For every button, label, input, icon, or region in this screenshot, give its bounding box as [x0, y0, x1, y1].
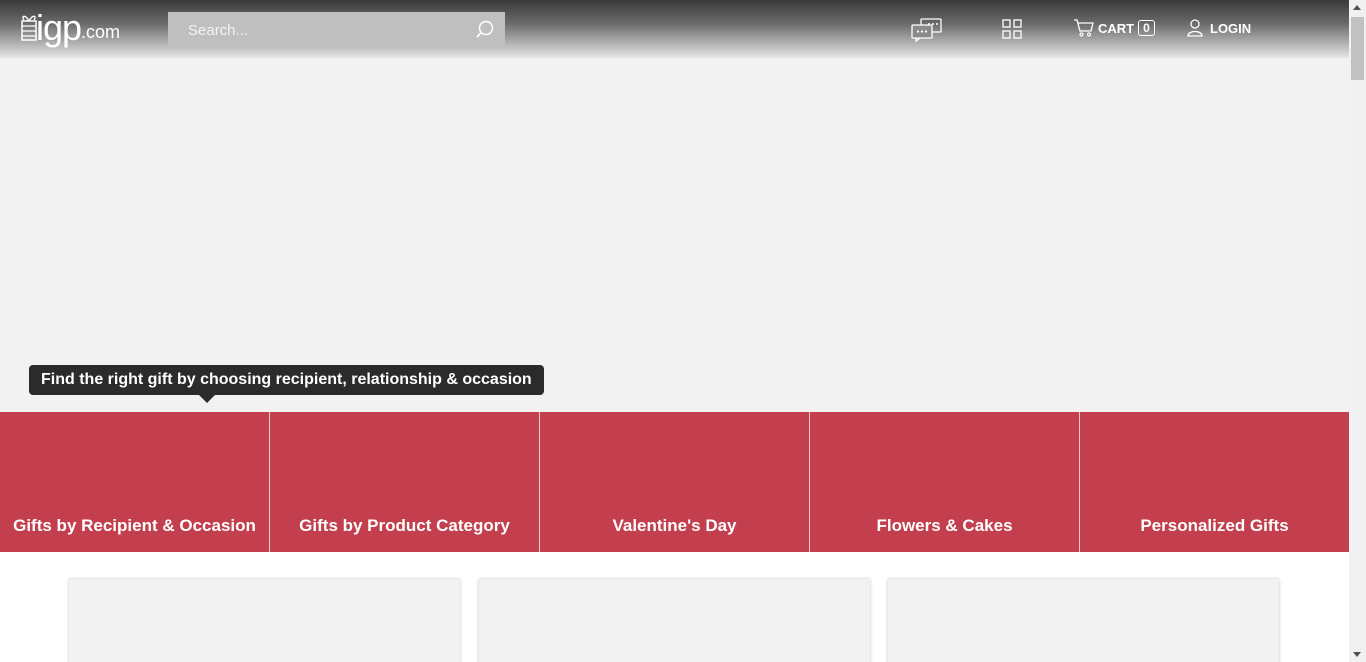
search-bar [168, 12, 505, 48]
product-cards [69, 579, 1279, 662]
user-icon [1187, 19, 1203, 37]
page: igp .com Search... CART 0 LOGIN Find the… [0, 0, 1366, 662]
category-valentines-day[interactable]: Valentine's Day [540, 412, 810, 552]
category-flowers-cakes[interactable]: Flowers & Cakes [810, 412, 1080, 552]
login-label: LOGIN [1210, 20, 1252, 36]
scroll-up-arrow-icon[interactable] [1353, 5, 1361, 10]
scrollbar-thumb[interactable] [1351, 17, 1364, 80]
gift-logo-icon [21, 15, 37, 41]
search-input[interactable] [168, 12, 458, 48]
logo[interactable]: igp .com [19, 10, 120, 46]
hero-banner[interactable] [0, 58, 1349, 412]
cart-count-badge: 0 [1138, 20, 1155, 36]
product-card[interactable] [888, 579, 1279, 662]
header: igp .com Search... CART 0 LOGIN [0, 0, 1349, 58]
logo-suffix: .com [81, 22, 121, 42]
scroll-down-arrow-icon[interactable] [1353, 652, 1361, 657]
gift-finder-tooltip: Find the right gift by choosing recipien… [29, 365, 544, 403]
cart-icon [1074, 19, 1094, 37]
product-card[interactable] [69, 579, 460, 662]
search-icon[interactable] [475, 20, 495, 40]
category-bar: Gifts by Recipient & Occasion Gifts by P… [0, 412, 1349, 552]
category-gifts-by-recipient[interactable]: Gifts by Recipient & Occasion [0, 412, 270, 552]
cart-label: CART [1098, 20, 1135, 36]
apps-grid-icon[interactable] [1002, 19, 1022, 39]
logo-text: igp [36, 7, 82, 48]
product-card[interactable] [479, 579, 870, 662]
category-personalized-gifts[interactable]: Personalized Gifts [1080, 412, 1349, 552]
category-gifts-by-product[interactable]: Gifts by Product Category [270, 412, 540, 552]
login-button[interactable]: LOGIN [1187, 19, 1251, 37]
chat-icon[interactable] [911, 18, 943, 42]
scrollbar[interactable] [1349, 0, 1366, 662]
cart-button[interactable]: CART 0 [1074, 19, 1155, 37]
